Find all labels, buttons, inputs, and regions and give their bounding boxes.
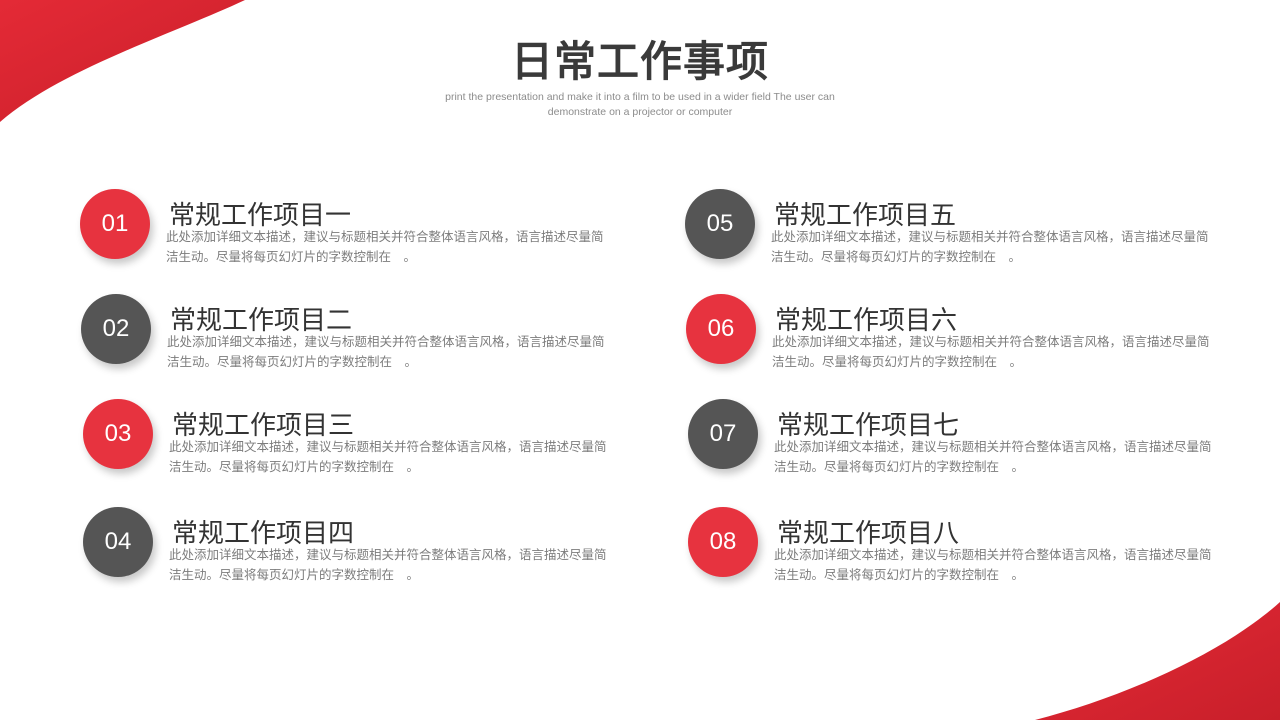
item-number-badge: 05	[685, 189, 755, 259]
work-item-06: 06 常规工作项目六 此处添加详细文本描述，建议与标题相关并符合整体语言风格，语…	[686, 294, 1246, 374]
item-description: 此处添加详细文本描述，建议与标题相关并符合整体语言风格，语言描述尽量简洁生动。尽…	[771, 229, 1209, 264]
work-item-03: 03 常规工作项目三 此处添加详细文本描述，建议与标题相关并符合整体语言风格，语…	[83, 399, 643, 479]
item-description: 此处添加详细文本描述，建议与标题相关并符合整体语言风格，语言描述尽量简洁生动。尽…	[166, 229, 604, 264]
item-description: 此处添加详细文本描述，建议与标题相关并符合整体语言风格，语言描述尽量简洁生动。尽…	[167, 334, 605, 369]
item-number-badge: 08	[688, 507, 758, 577]
item-number-badge: 07	[688, 399, 758, 469]
bottom-right-swoosh	[1035, 602, 1280, 720]
page-subtitle: print the presentation and make it into …	[445, 91, 835, 118]
item-number-badge: 01	[80, 189, 150, 259]
item-number-badge: 06	[686, 294, 756, 364]
work-item-01: 01 常规工作项目一 此处添加详细文本描述，建议与标题相关并符合整体语言风格，语…	[80, 189, 640, 269]
item-number-badge: 03	[83, 399, 153, 469]
item-description: 此处添加详细文本描述，建议与标题相关并符合整体语言风格，语言描述尽量简洁生动。尽…	[169, 547, 607, 582]
item-description: 此处添加详细文本描述，建议与标题相关并符合整体语言风格，语言描述尽量简洁生动。尽…	[772, 334, 1210, 369]
item-description: 此处添加详细文本描述，建议与标题相关并符合整体语言风格，语言描述尽量简洁生动。尽…	[774, 439, 1212, 474]
work-item-04: 04 常规工作项目四 此处添加详细文本描述，建议与标题相关并符合整体语言风格，语…	[83, 507, 643, 587]
work-item-05: 05 常规工作项目五 此处添加详细文本描述，建议与标题相关并符合整体语言风格，语…	[685, 189, 1245, 269]
work-item-02: 02 常规工作项目二 此处添加详细文本描述，建议与标题相关并符合整体语言风格，语…	[81, 294, 641, 374]
work-item-07: 07 常规工作项目七 此处添加详细文本描述，建议与标题相关并符合整体语言风格，语…	[688, 399, 1248, 479]
item-number-badge: 04	[83, 507, 153, 577]
page-title: 日常工作事项	[510, 37, 769, 86]
item-description: 此处添加详细文本描述，建议与标题相关并符合整体语言风格，语言描述尽量简洁生动。尽…	[774, 547, 1212, 582]
work-item-08: 08 常规工作项目八 此处添加详细文本描述，建议与标题相关并符合整体语言风格，语…	[688, 507, 1248, 587]
item-description: 此处添加详细文本描述，建议与标题相关并符合整体语言风格，语言描述尽量简洁生动。尽…	[169, 439, 607, 474]
item-number-badge: 02	[81, 294, 151, 364]
